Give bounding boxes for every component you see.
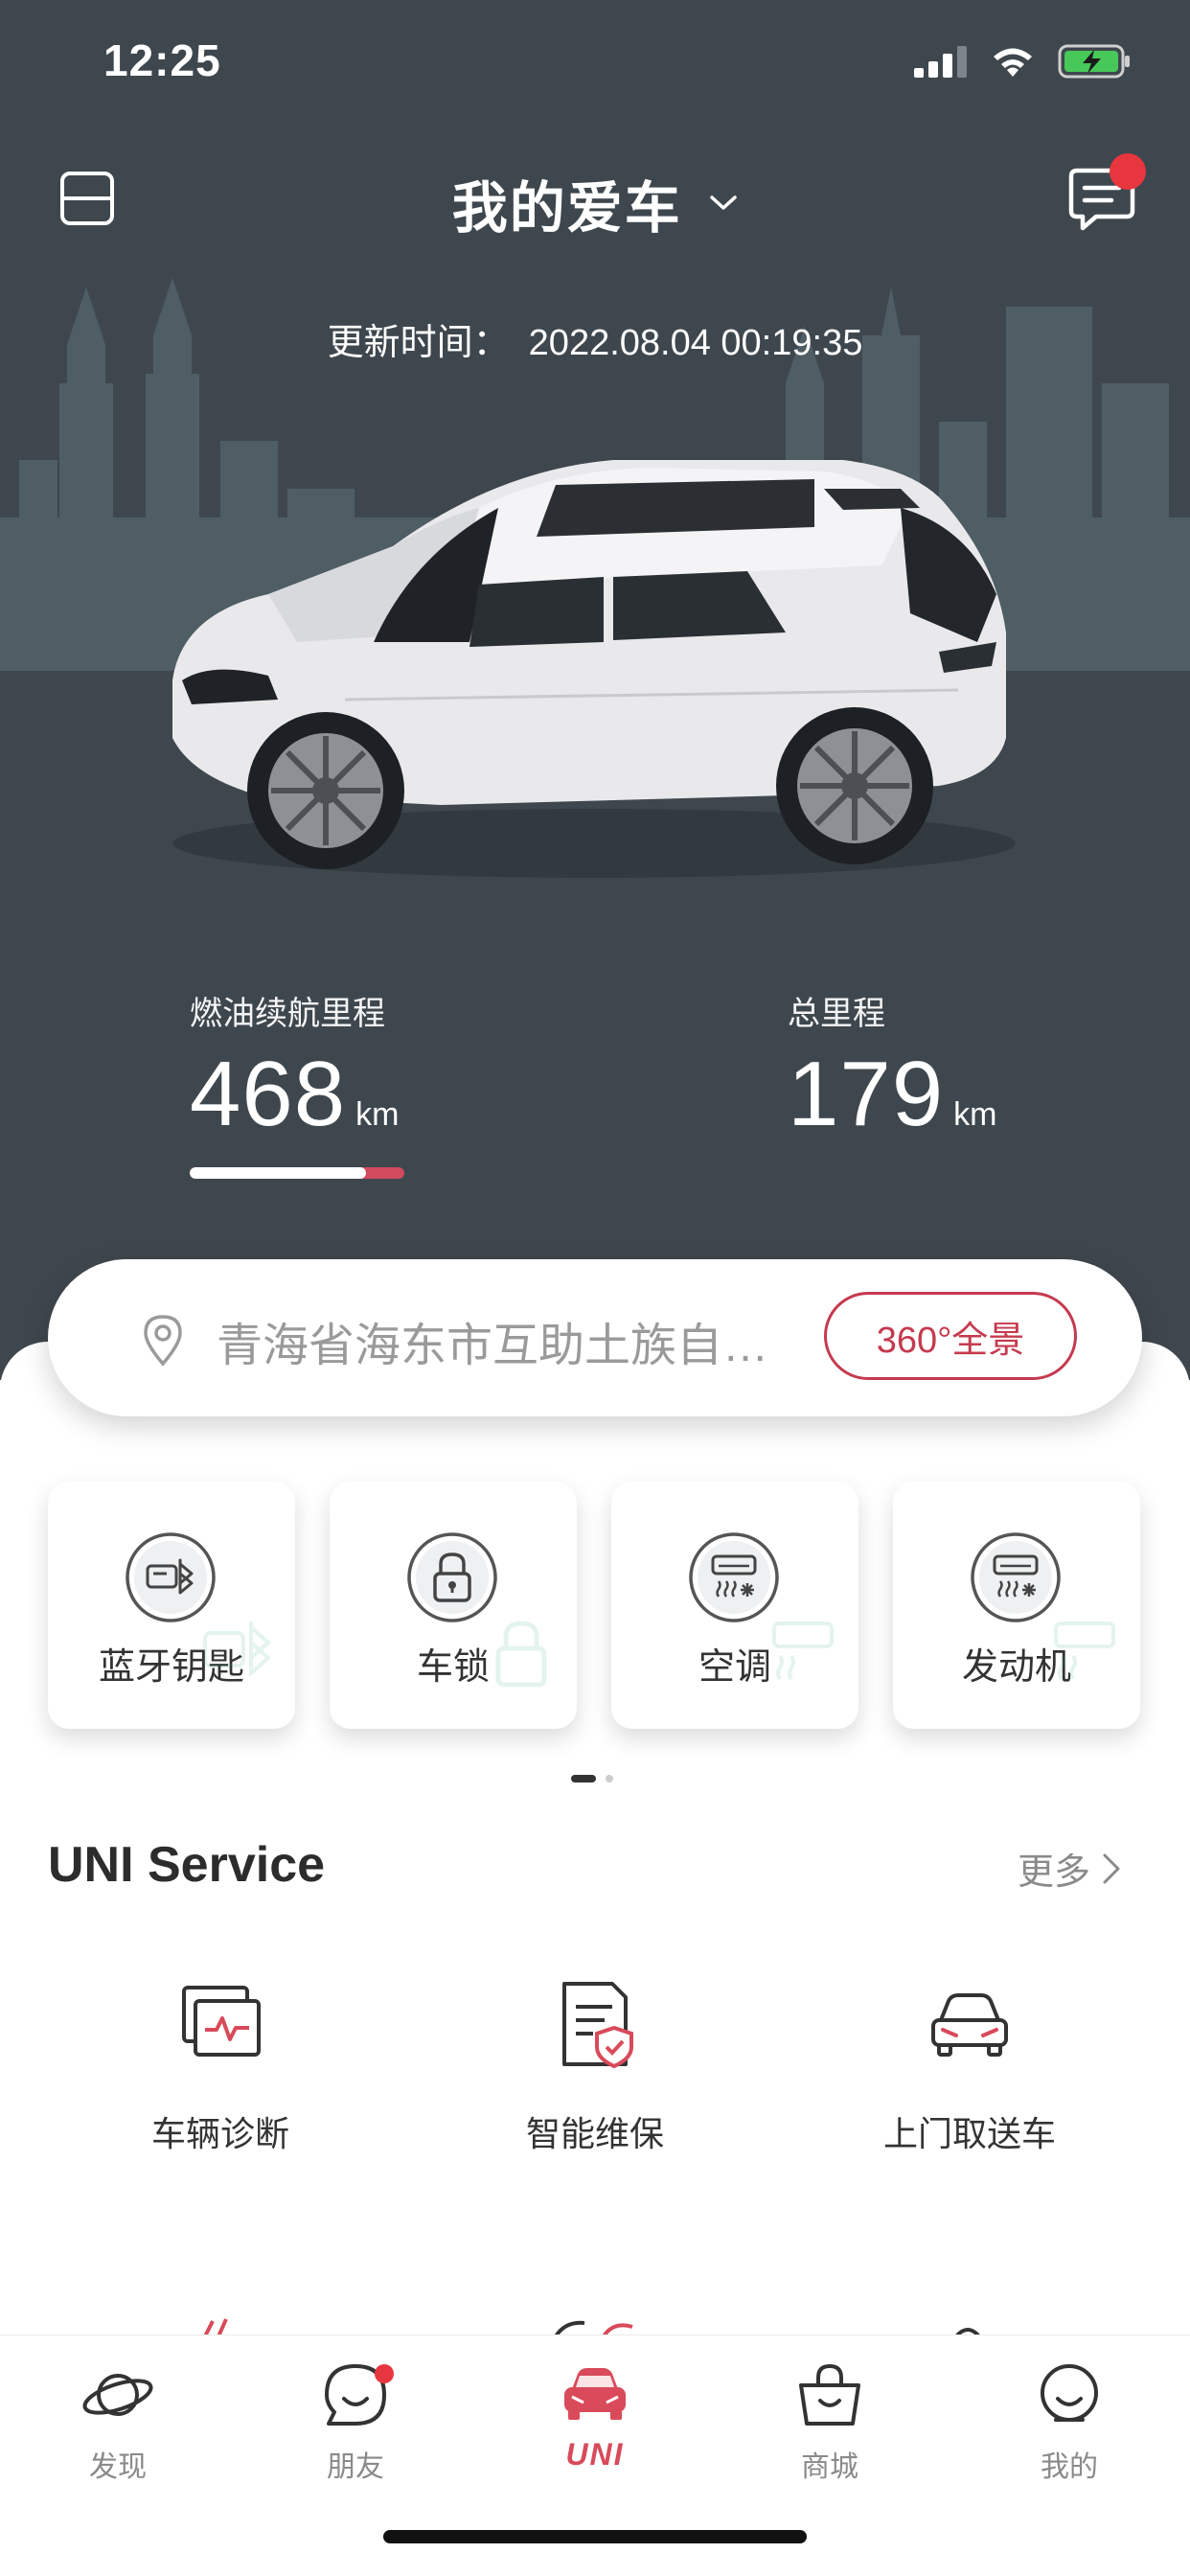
total-mileage-value: 179 bbox=[788, 1043, 945, 1145]
planet-icon bbox=[82, 2374, 153, 2416]
friends-badge bbox=[375, 2364, 394, 2383]
location-address: 青海省海东市互助土族自… bbox=[217, 1321, 769, 1371]
vehicle-diagnosis-icon bbox=[182, 1986, 261, 2057]
fuel-range-bar-fill bbox=[190, 1167, 366, 1179]
tab-mall[interactable]: 商城 bbox=[753, 2357, 906, 2485]
fuel-range-value: 468 bbox=[190, 1043, 347, 1145]
chevron-down-icon bbox=[710, 196, 737, 210]
control-engine[interactable]: 发动机 bbox=[893, 1482, 1140, 1729]
status-time: 12:25 bbox=[103, 35, 221, 85]
car-pickup-icon bbox=[931, 1993, 1008, 2057]
service-label: 上门取送车 bbox=[882, 2114, 1056, 2153]
page-title: 我的爱车 bbox=[451, 177, 682, 240]
fuel-range-unit: km bbox=[355, 1096, 400, 1133]
bluetooth-key-icon bbox=[126, 1532, 216, 1622]
controls-page-indicator bbox=[571, 1775, 613, 1782]
air-conditioner-watermark-icon bbox=[772, 1622, 834, 1681]
service-label: 车辆诊断 bbox=[150, 2114, 289, 2153]
service-smart-maintenance[interactable]: 智能维保 bbox=[451, 1974, 739, 2185]
battery-charging-icon bbox=[1058, 44, 1130, 79]
tab-label: 发现 bbox=[89, 2451, 147, 2483]
tab-discover[interactable]: 发现 bbox=[41, 2357, 195, 2485]
more-link[interactable]: 更多 bbox=[1018, 1842, 1121, 1895]
tab-label: 商城 bbox=[801, 2451, 858, 2483]
update-time-value: 2022.08.04 00:19:35 bbox=[528, 323, 863, 363]
smile-face-icon bbox=[1041, 2364, 1098, 2422]
partial-service-icon bbox=[954, 2328, 981, 2336]
air-conditioner-icon bbox=[689, 1532, 779, 1622]
fuel-range-bar bbox=[190, 1167, 404, 1179]
status-icons bbox=[914, 42, 1133, 80]
top-nav: 我的爱车 bbox=[0, 153, 1190, 249]
tab-me[interactable]: 我的 bbox=[993, 2357, 1146, 2485]
page-dot bbox=[606, 1775, 613, 1782]
service-label: 智能维保 bbox=[525, 2114, 664, 2153]
engine-icon bbox=[971, 1532, 1061, 1622]
page-dot-active bbox=[571, 1775, 596, 1782]
control-bluetooth-key[interactable]: 蓝牙钥匙 bbox=[48, 1482, 295, 1729]
service-vehicle-diagnosis[interactable]: 车辆诊断 bbox=[77, 1974, 364, 2185]
lock-icon bbox=[407, 1532, 497, 1622]
chevron-right-icon bbox=[1103, 1853, 1120, 1883]
engine-watermark-icon bbox=[1054, 1622, 1115, 1681]
partial-service-icon bbox=[203, 2318, 228, 2336]
message-badge bbox=[1110, 153, 1146, 190]
tab-label: UNI bbox=[565, 2437, 625, 2472]
more-label: 更多 bbox=[1018, 1852, 1091, 1893]
shopping-bag-icon bbox=[799, 2363, 860, 2426]
control-air-conditioner[interactable]: 空调 bbox=[611, 1482, 858, 1729]
control-lock[interactable]: 车锁 bbox=[330, 1482, 577, 1729]
car-front-icon bbox=[564, 2368, 626, 2420]
smart-maintenance-icon bbox=[562, 1982, 633, 2069]
total-mileage-stat: 总里程 179 km bbox=[788, 987, 997, 1147]
fuel-range-label: 燃油续航里程 bbox=[190, 996, 385, 1032]
tab-uni[interactable]: UNI bbox=[518, 2357, 672, 2472]
panorama-button[interactable]: 360°全景 bbox=[824, 1292, 1077, 1380]
wifi-icon bbox=[994, 48, 1032, 77]
tab-friends[interactable]: 朋友 bbox=[279, 2357, 432, 2485]
fuel-range-stat: 燃油续航里程 468 km bbox=[190, 987, 400, 1147]
location-card[interactable]: 青海省海东市互助土族自… 360°全景 bbox=[48, 1259, 1142, 1416]
cellular-signal-icon bbox=[914, 46, 967, 78]
update-time-label: 更新时间： bbox=[327, 323, 510, 363]
service-car-pickup[interactable]: 上门取送车 bbox=[826, 1974, 1113, 2185]
update-time: 更新时间： 2022.08.04 00:19:35 bbox=[0, 312, 1190, 365]
hero-section: 12:25 我的爱车 更新时间： 2022.08.04 00:19:35 燃油续… bbox=[0, 0, 1190, 1380]
car-selector[interactable]: 我的爱车 bbox=[0, 163, 1190, 243]
status-bar: 12:25 bbox=[0, 0, 1190, 134]
total-mileage-unit: km bbox=[953, 1096, 997, 1133]
tab-label: 朋友 bbox=[327, 2451, 384, 2483]
tab-label: 我的 bbox=[1041, 2451, 1098, 2483]
uni-service-title: UNI Service bbox=[48, 1837, 326, 1893]
bluetooth-key-watermark-icon bbox=[203, 1622, 272, 1678]
home-indicator bbox=[383, 2530, 807, 2543]
lock-watermark-icon bbox=[495, 1621, 547, 1688]
total-mileage-label: 总里程 bbox=[788, 996, 885, 1032]
car-image bbox=[172, 460, 1016, 878]
quick-controls: 蓝牙钥匙 车锁 空调 发动机 bbox=[48, 1482, 1142, 1731]
location-pin-icon bbox=[144, 1315, 182, 1367]
partial-service-icon bbox=[554, 2320, 633, 2336]
